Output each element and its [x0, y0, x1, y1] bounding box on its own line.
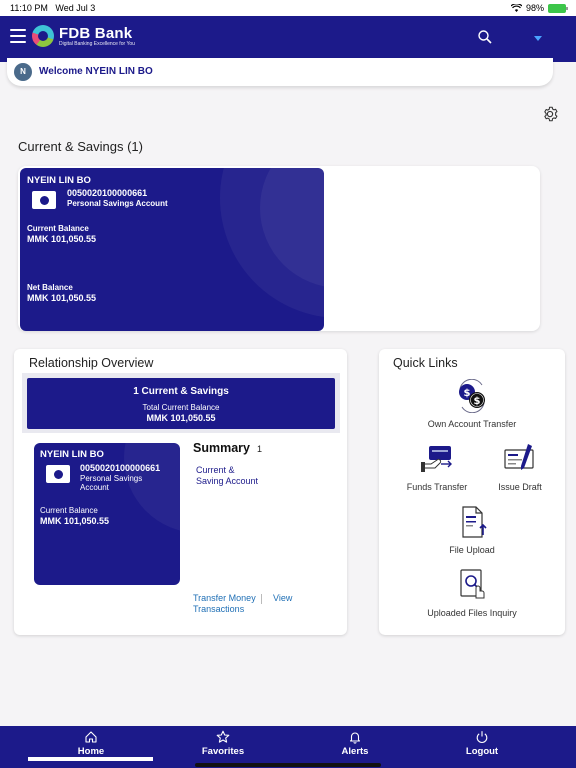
battery-percent: 98% — [525, 3, 544, 13]
view-transactions-line2[interactable]: Transactions — [193, 604, 267, 615]
quick-link-issue-draft[interactable]: Issue Draft — [475, 442, 565, 492]
brand-logo: FDB Bank Digital Banking Excellence for … — [32, 25, 135, 47]
summary-banner-wrap: 1 Current & Savings Total Current Balanc… — [22, 373, 340, 433]
bottom-nav: Home Favorites Alerts Logout — [0, 726, 576, 768]
nav-home[interactable]: Home — [19, 726, 163, 768]
home-icon — [85, 731, 97, 743]
quick-link-file-upload[interactable]: File Upload — [379, 505, 565, 555]
summary-link-line2: Saving Account — [196, 476, 259, 486]
rel-card-balance-value: MMK 101,050.55 — [40, 516, 110, 526]
file-upload-icon — [462, 506, 487, 538]
current-balance-label: Current Balance — [27, 224, 89, 233]
card-chip-icon — [32, 191, 56, 209]
quick-link-label: File Upload — [449, 545, 495, 555]
star-icon — [216, 730, 230, 743]
avatar[interactable]: N — [14, 63, 32, 81]
rel-card-account-type-1: Personal Savings — [80, 474, 143, 483]
current-savings-carousel: NYEIN LIN BO 0050020100000661 Personal S… — [18, 166, 540, 331]
nav-logout-label: Logout — [465, 746, 499, 757]
own-account-transfer-icon: $ $ — [459, 378, 485, 414]
rel-card-balance-label: Current Balance — [40, 506, 98, 515]
summary-banner[interactable]: 1 Current & Savings Total Current Balanc… — [27, 378, 335, 429]
quick-link-uploaded-files-inquiry[interactable]: Uploaded Files Inquiry — [379, 568, 565, 618]
welcome-text: Welcome NYEIN LIN BO — [39, 66, 153, 77]
relationship-overview-panel: Relationship Overview 1 Current & Saving… — [14, 349, 347, 635]
brand-tagline: Digital Banking Excellence for You — [59, 40, 135, 47]
card-holder-name: NYEIN LIN BO — [27, 175, 91, 186]
battery-icon — [548, 3, 568, 13]
issue-draft-icon — [504, 444, 534, 470]
status-time-date: 11:10 PM Wed Jul 3 — [10, 3, 95, 13]
welcome-banner: N Welcome NYEIN LIN BO — [7, 58, 553, 86]
net-balance-value: MMK 101,050.55 — [27, 293, 97, 303]
status-date: Wed Jul 3 — [55, 3, 96, 13]
rel-card-account-type-2: Account — [80, 483, 109, 492]
funds-transfer-icon — [421, 446, 452, 472]
account-card[interactable]: NYEIN LIN BO 0050020100000661 Personal S… — [20, 168, 324, 331]
quick-link-label: Uploaded Files Inquiry — [427, 608, 517, 618]
power-icon — [476, 731, 488, 744]
summary-banner-amount: MMK 101,050.55 — [146, 413, 216, 423]
rel-card-chip-icon — [46, 465, 70, 483]
rel-card-holder-name: NYEIN LIN BO — [40, 449, 104, 460]
gear-icon[interactable] — [541, 105, 559, 123]
card-account-type: Personal Savings Account — [67, 199, 168, 208]
current-savings-title: Current & Savings (1) — [18, 139, 143, 154]
view-transactions-line1: View — [273, 593, 293, 603]
summary-banner-label: Total Current Balance — [142, 403, 220, 412]
summary-title: Summary — [193, 441, 250, 455]
current-balance-value: MMK 101,050.55 — [27, 234, 97, 244]
quick-links-title: Quick Links — [393, 356, 458, 370]
relationship-overview-title: Relationship Overview — [29, 356, 154, 370]
bell-icon — [349, 732, 361, 744]
summary-link-line1: Current & — [196, 465, 235, 475]
brand-name: FDB Bank — [59, 24, 133, 42]
quick-link-label: Issue Draft — [498, 482, 542, 492]
uploaded-files-inquiry-icon — [460, 569, 485, 599]
quick-link-funds-transfer[interactable]: Funds Transfer — [389, 442, 485, 492]
transfer-money-link[interactable]: Transfer Money — [193, 593, 256, 603]
quick-link-label: Funds Transfer — [406, 482, 468, 492]
relationship-account-card[interactable]: NYEIN LIN BO 0050020100000661 Personal S… — [34, 443, 180, 585]
summary-count: 1 — [257, 444, 263, 454]
nav-home-label: Home — [77, 746, 105, 757]
nav-active-indicator — [28, 757, 153, 761]
logo-mark-icon — [32, 25, 54, 47]
search-icon[interactable] — [478, 30, 492, 44]
app-bar: FDB Bank Digital Banking Excellence for … — [0, 16, 576, 62]
home-indicator[interactable] — [195, 763, 381, 767]
summary-banner-heading: 1 Current & Savings — [133, 386, 229, 397]
view-transactions-link[interactable]: View — [273, 593, 292, 604]
status-bar: 11:10 PM Wed Jul 3 98% — [0, 0, 576, 16]
quick-links-panel: Quick Links $ $ Own Account Transfer Fun… — [379, 349, 565, 635]
menu-icon[interactable] — [10, 29, 26, 43]
nav-alerts[interactable]: Alerts — [283, 726, 427, 768]
wifi-icon — [510, 4, 522, 12]
quick-link-label: Own Account Transfer — [427, 419, 517, 429]
nav-alerts-label: Alerts — [341, 746, 369, 757]
status-time: 11:10 PM — [10, 3, 48, 13]
status-right: 98% — [510, 3, 568, 13]
svg-text:$: $ — [474, 396, 481, 407]
nav-favorites-label: Favorites — [201, 746, 245, 757]
action-divider — [260, 593, 262, 604]
quick-link-own-account-transfer[interactable]: $ $ Own Account Transfer — [379, 378, 565, 429]
nav-logout[interactable]: Logout — [410, 726, 554, 768]
card-account-number: 0050020100000661 — [67, 188, 148, 198]
summary-account-link[interactable]: Current & Saving Account — [196, 465, 258, 487]
card-actions: Transfer Money View Transactions — [193, 593, 292, 615]
net-balance-label: Net Balance — [27, 283, 73, 292]
rel-card-account-number: 0050020100000661 — [80, 463, 161, 473]
nav-favorites[interactable]: Favorites — [151, 726, 295, 768]
chevron-down-icon[interactable] — [534, 36, 542, 41]
